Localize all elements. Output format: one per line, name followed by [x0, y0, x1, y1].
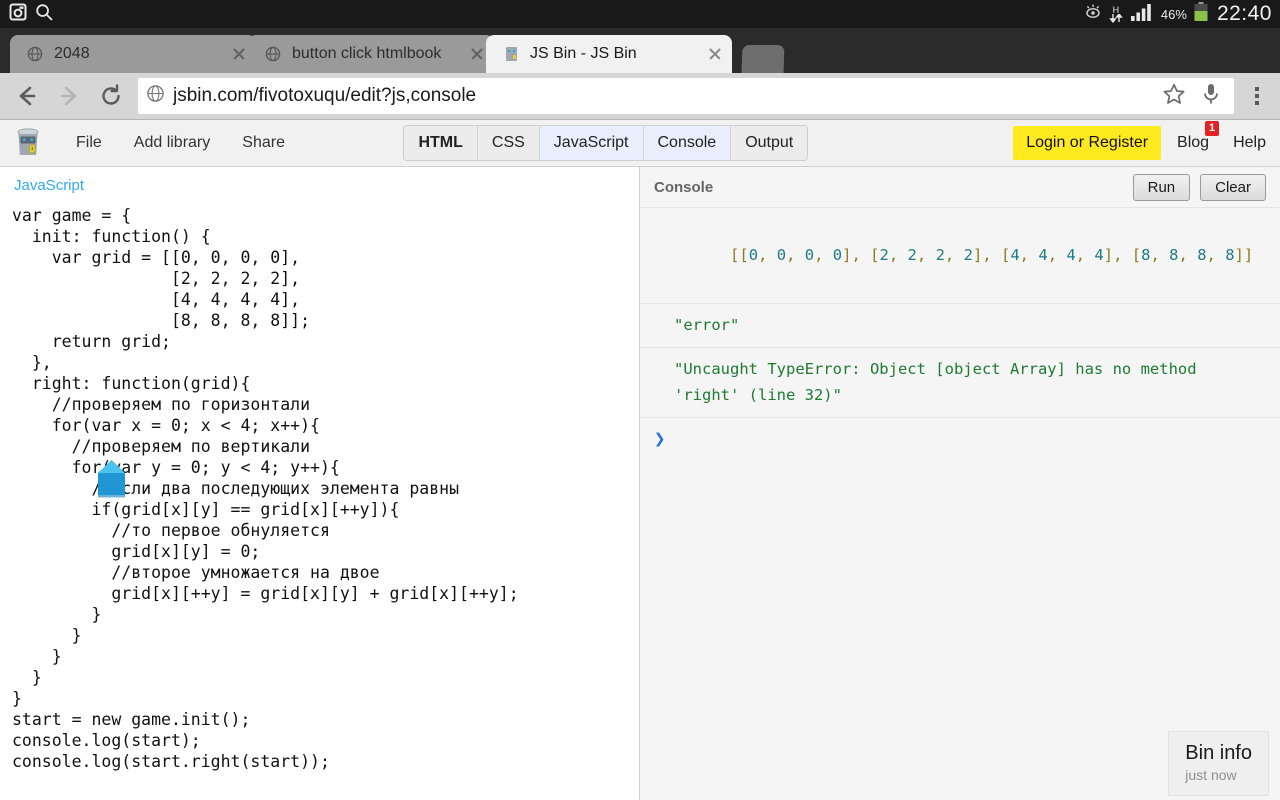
- globe-icon: [146, 84, 165, 108]
- search-icon: [34, 2, 54, 27]
- three-dot-menu-icon[interactable]: [1240, 75, 1274, 117]
- jsbin-main-area: JavaScript var game = { init: function()…: [0, 167, 1280, 800]
- browser-tab[interactable]: 2048: [10, 35, 256, 73]
- clear-button[interactable]: Clear: [1200, 173, 1266, 201]
- browser-toolbar: jsbin.com/fivotoxuqu/edit?js,console: [0, 73, 1280, 120]
- blog-label: Blog: [1177, 134, 1210, 151]
- console-input-prompt[interactable]: ❯: [640, 417, 1280, 460]
- hspeed-network-icon: H: [1109, 4, 1123, 23]
- close-icon[interactable]: [704, 43, 726, 65]
- console-pane: Console Run Clear [[0, 0, 0, 0], [2, 2, …: [640, 167, 1280, 800]
- jsbin-account-links: Login or Register Blog 1 Help: [1013, 121, 1268, 160]
- close-icon[interactable]: [466, 43, 488, 65]
- new-tab-button[interactable]: [741, 45, 785, 73]
- status-bar-left-icons: [8, 2, 54, 27]
- tab-console[interactable]: Console: [643, 126, 732, 160]
- bin-info-title: Bin info: [1185, 742, 1252, 764]
- close-icon[interactable]: [228, 43, 250, 65]
- console-header: Console Run Clear: [640, 167, 1280, 207]
- tab-css[interactable]: CSS: [477, 126, 540, 160]
- run-button[interactable]: Run: [1132, 173, 1191, 201]
- android-status-bar: H 46% 22:40: [0, 0, 1280, 28]
- tab-title: 2048: [54, 45, 90, 62]
- browser-tab[interactable]: button click htmlbook: [248, 35, 494, 73]
- tab-title: button click htmlbook: [292, 45, 442, 62]
- camera-icon: [8, 2, 28, 27]
- arrow-right-icon[interactable]: [48, 75, 90, 117]
- help-link[interactable]: Help: [1221, 134, 1268, 152]
- console-log-row: "Uncaught TypeError: Object [object Arra…: [640, 347, 1280, 417]
- tab-output[interactable]: Output: [731, 126, 808, 160]
- blog-notification-badge: 1: [1205, 121, 1220, 136]
- tab-javascript[interactable]: JavaScript: [539, 126, 644, 160]
- javascript-editor-pane[interactable]: JavaScript var game = { init: function()…: [0, 167, 640, 800]
- blog-link[interactable]: Blog 1: [1161, 121, 1221, 152]
- network-type-label: H: [1112, 4, 1120, 15]
- tab-html[interactable]: HTML: [404, 126, 478, 160]
- status-bar-right-icons: H 46% 22:40: [1084, 1, 1272, 27]
- arrow-left-icon[interactable]: [6, 75, 48, 117]
- jsbin-robot-icon: [502, 45, 520, 63]
- bin-info-subtitle: just now: [1185, 767, 1237, 783]
- globe-icon: [264, 45, 282, 63]
- console-action-buttons: Run Clear: [1132, 173, 1266, 201]
- menu-item-file[interactable]: File: [60, 134, 118, 152]
- eye-care-icon: [1084, 3, 1102, 26]
- clock-label: 22:40: [1216, 2, 1272, 25]
- tab-title: JS Bin - JS Bin: [530, 45, 637, 62]
- globe-icon: [26, 45, 44, 63]
- url-bar[interactable]: jsbin.com/fivotoxuqu/edit?js,console: [138, 78, 1234, 114]
- login-or-register-button[interactable]: Login or Register: [1013, 126, 1162, 160]
- signal-bars-icon: [1130, 3, 1154, 26]
- console-log-array: [[0, 0, 0, 0], [2, 2, 2, 2], [4, 4, 4, 4…: [730, 246, 1254, 264]
- jsbin-robot-logo[interactable]: [12, 127, 44, 159]
- menu-item-add-library[interactable]: Add library: [118, 134, 226, 152]
- bin-info-panel[interactable]: Bin info just now: [1169, 732, 1268, 795]
- battery-icon: [1194, 1, 1208, 27]
- battery-percent-label: 46%: [1160, 6, 1187, 22]
- microphone-icon[interactable]: [1200, 82, 1222, 111]
- text-cursor-handle-icon[interactable]: [96, 459, 127, 501]
- console-title: Console: [654, 178, 714, 196]
- editor-panel-label: JavaScript: [14, 177, 85, 194]
- browser-tab-strip: 2048 button click htmlbook JS Bin - JS B…: [0, 28, 1280, 73]
- url-text: jsbin.com/fivotoxuqu/edit?js,console: [173, 85, 477, 106]
- panel-tab-group: HTML CSS JavaScript Console Output: [403, 125, 809, 161]
- console-log-row: [[0, 0, 0, 0], [2, 2, 2, 2], [4, 4, 4, 4…: [640, 207, 1280, 303]
- console-log-row: "error": [640, 303, 1280, 347]
- reload-icon[interactable]: [90, 75, 132, 117]
- jsbin-toolbar: File Add library Share HTML CSS JavaScri…: [0, 120, 1280, 167]
- star-icon[interactable]: [1162, 82, 1186, 111]
- menu-item-share[interactable]: Share: [226, 134, 301, 152]
- browser-tab-active[interactable]: JS Bin - JS Bin: [486, 35, 732, 73]
